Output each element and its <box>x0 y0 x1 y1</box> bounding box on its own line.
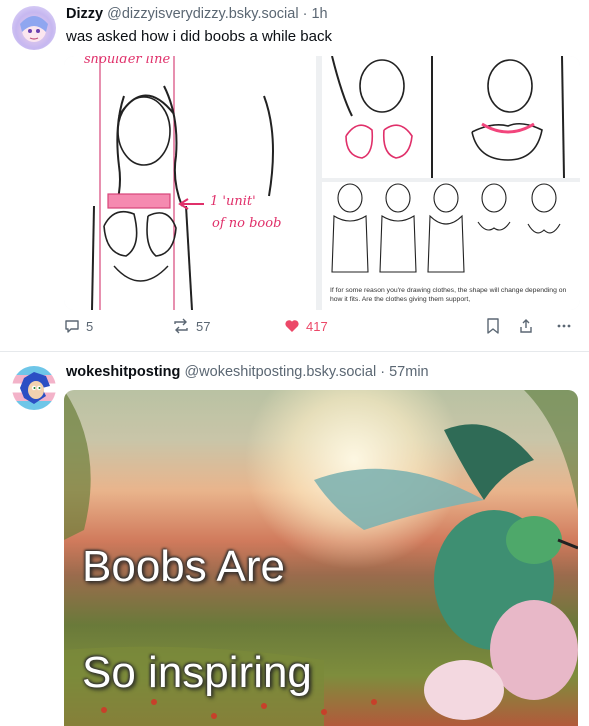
author-handle[interactable]: @dizzyisverydizzy.bsky.social <box>107 6 298 22</box>
gallery-image-1[interactable]: shoulder line 1 'unit' of no boob <box>64 56 316 310</box>
shoulder-line-label: shoulder line <box>84 56 171 67</box>
post-header: wokeshitposting @wokeshitposting.bsky.so… <box>66 364 429 380</box>
image-gallery: shoulder line 1 'unit' of no boob If for… <box>64 56 580 310</box>
more-dots-icon <box>557 324 571 328</box>
author-name[interactable]: Dizzy <box>66 6 103 22</box>
author-handle[interactable]: @wokeshitposting.bsky.social <box>184 364 376 380</box>
sketch-comparison <box>331 56 565 178</box>
reply-count: 5 <box>86 318 94 334</box>
post-header: Dizzy @dizzyisverydizzy.bsky.social · 1h <box>66 6 328 22</box>
separator: · <box>302 6 308 22</box>
author-name[interactable]: wokeshitposting <box>66 364 180 380</box>
share-button[interactable] <box>518 318 534 334</box>
post-text: was asked how i did boobs a while back <box>66 28 332 45</box>
reply-button[interactable]: 5 <box>64 318 93 334</box>
gallery-image-2[interactable] <box>322 56 580 178</box>
reply-icon <box>65 320 79 333</box>
separator: · <box>380 364 386 380</box>
like-button[interactable]: 417 <box>284 318 328 334</box>
post-card[interactable]: Dizzy @dizzyisverydizzy.bsky.social · 1h… <box>0 0 589 352</box>
meme-caption-line-2: So inspiring <box>82 648 312 697</box>
unit-label: 1 'unit' <box>210 194 256 209</box>
sketch-clothing-variants <box>331 183 561 273</box>
bookmark-button[interactable] <box>486 318 500 334</box>
meme-caption-line-1: Boobs Are <box>82 542 286 591</box>
repost-count: 57 <box>196 318 211 334</box>
more-options-button[interactable] <box>556 318 572 334</box>
post-time[interactable]: 57min <box>389 364 429 380</box>
no-boob-label: of no boob <box>212 216 282 231</box>
bookmark-icon <box>487 318 499 334</box>
post-image[interactable]: Boobs Are So inspiring <box>64 390 578 726</box>
image-note-text: If for some reason you're drawing clothe… <box>330 287 567 303</box>
like-count: 417 <box>306 318 328 334</box>
share-icon <box>520 319 532 333</box>
sketch-figure-drawing <box>91 56 274 310</box>
repost-button[interactable]: 57 <box>172 318 210 334</box>
post-card[interactable]: wokeshitposting @wokeshitposting.bsky.so… <box>0 352 589 726</box>
repost-icon <box>174 318 188 334</box>
post-actions: 5 57 417 <box>62 318 582 340</box>
gallery-image-3[interactable]: If for some reason you're drawing clothe… <box>322 182 580 310</box>
heart-filled-icon <box>285 320 299 332</box>
author-avatar[interactable] <box>12 366 56 410</box>
author-avatar[interactable] <box>12 6 56 50</box>
post-time[interactable]: 1h <box>311 6 327 22</box>
